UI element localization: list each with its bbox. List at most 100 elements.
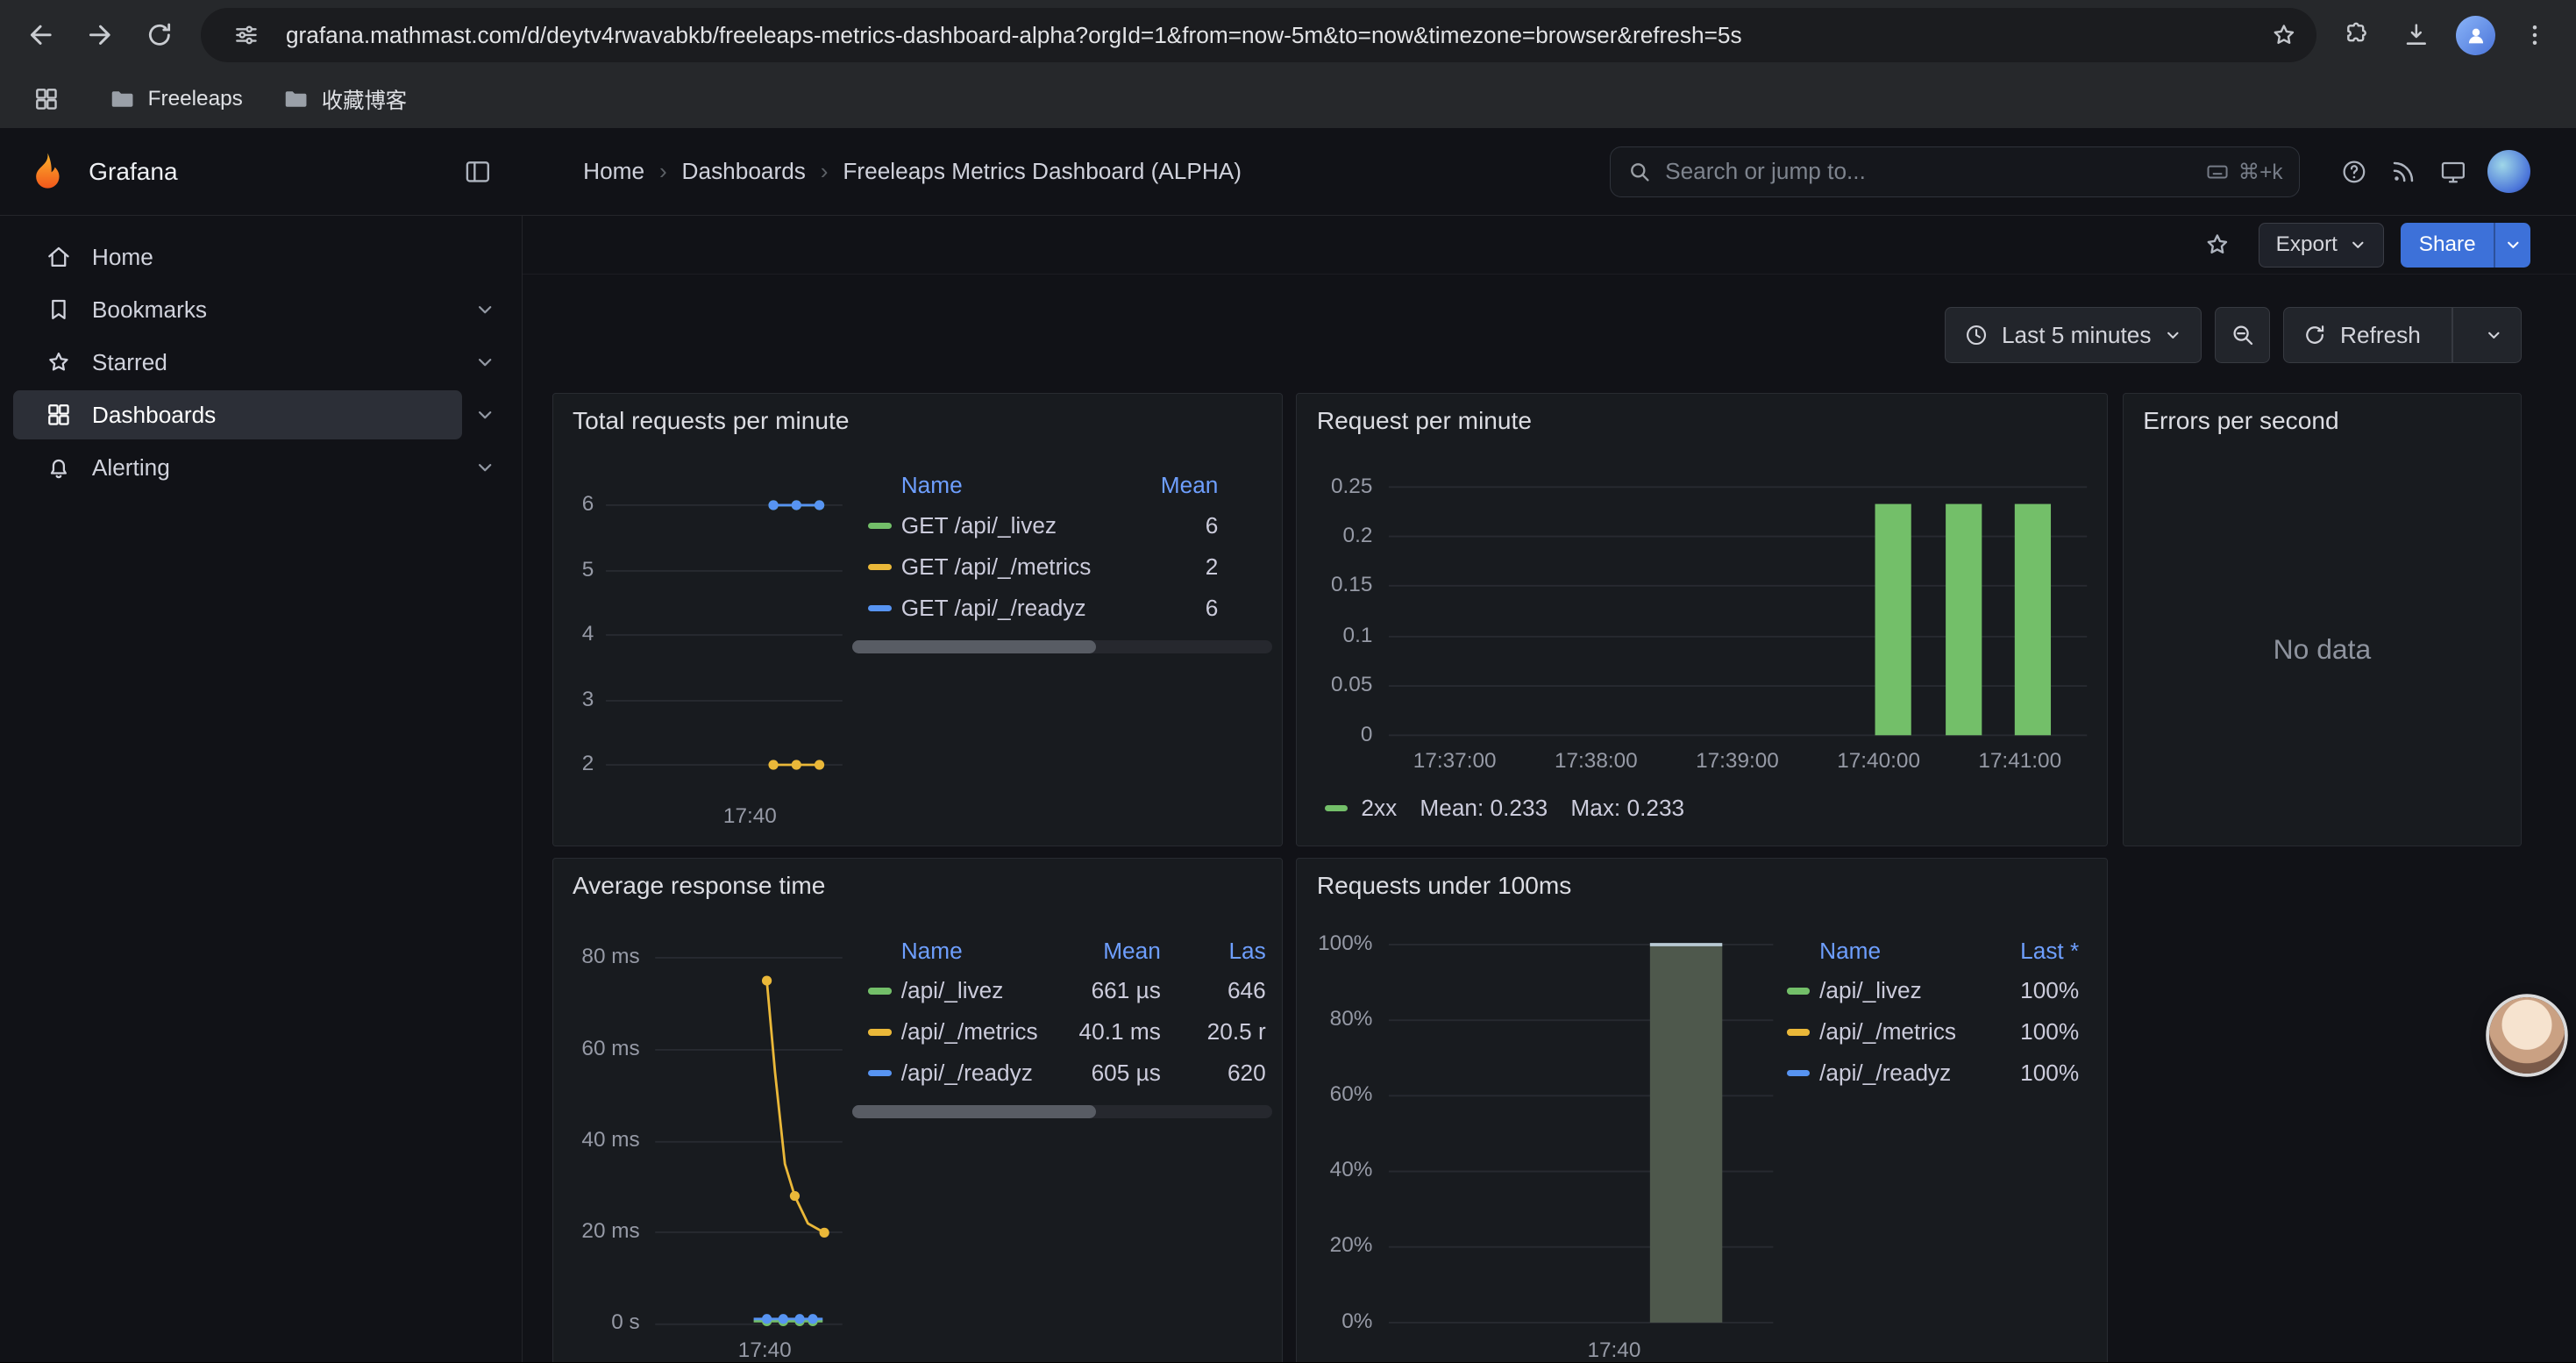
- axis-tick-label: 20%: [1330, 1233, 1373, 1258]
- site-settings-icon[interactable]: [224, 12, 269, 58]
- apps-grid-icon[interactable]: [23, 76, 68, 122]
- share-button[interactable]: Share: [2401, 223, 2530, 268]
- forward-icon[interactable]: [72, 7, 128, 63]
- axis-tick-label: 17:40: [691, 1338, 839, 1362]
- reload-icon[interactable]: [132, 7, 188, 63]
- series-name: /api/_/readyz: [1819, 1060, 1981, 1087]
- bookmark-freeleaps[interactable]: Freeleaps: [109, 86, 243, 112]
- panel-title[interactable]: Request per minute: [1317, 407, 1532, 435]
- refresh-button[interactable]: Refresh: [2283, 307, 2522, 363]
- sidebar-item-bookmarks[interactable]: Bookmarks: [13, 285, 462, 334]
- zoom-out-icon[interactable]: [2215, 307, 2271, 363]
- panel-title[interactable]: Total requests per minute: [573, 407, 849, 435]
- chevron-down-icon: [2164, 326, 2182, 345]
- export-button[interactable]: Export: [2259, 223, 2385, 268]
- legend-row[interactable]: GET /api/_/metrics2: [852, 546, 1219, 588]
- menu-icon[interactable]: [2507, 7, 2563, 63]
- monitor-icon[interactable]: [2428, 147, 2477, 196]
- share-dropdown-icon[interactable]: [2495, 223, 2530, 268]
- legend-row[interactable]: /api/_/readyz605 µs620: [852, 1053, 1266, 1094]
- axis-tick-label: 17:41:00: [1946, 749, 2094, 774]
- url-text[interactable]: grafana.mathmast.com/d/deytv4rwavabkb/fr…: [286, 22, 2245, 49]
- scrollbar-thumb[interactable]: [852, 640, 1096, 653]
- legend[interactable]: 2xx Mean: 0.233 Max: 0.233: [1325, 795, 1684, 822]
- series-name[interactable]: 2xx: [1361, 795, 1397, 822]
- grid-icon: [45, 401, 73, 429]
- downloads-icon[interactable]: [2388, 7, 2444, 63]
- chat-avatar[interactable]: [2489, 997, 2565, 1073]
- scrollbar-thumb[interactable]: [852, 1105, 1096, 1118]
- series-swatch: [1325, 805, 1348, 811]
- search-icon: [1627, 160, 1652, 184]
- refresh-interval-dropdown-icon[interactable]: [2466, 308, 2521, 362]
- legend-scrollbar[interactable]: [852, 1105, 1273, 1118]
- series-swatch: [1787, 988, 1810, 994]
- legend-row[interactable]: /api/_/readyz100%: [1770, 1053, 2079, 1094]
- series-swatch: [868, 1070, 891, 1076]
- chevron-down-icon[interactable]: [462, 299, 508, 320]
- panel-title[interactable]: Average response time: [573, 872, 825, 900]
- refresh-action[interactable]: Refresh: [2284, 308, 2438, 362]
- sidebar-item-alerting[interactable]: Alerting: [13, 443, 462, 492]
- sidebar-item-dashboards[interactable]: Dashboards: [13, 390, 462, 439]
- series-mean: Mean: 0.233: [1420, 795, 1548, 822]
- legend-row[interactable]: /api/_/metrics100%: [1770, 1011, 2079, 1053]
- back-icon[interactable]: [13, 7, 69, 63]
- rss-icon[interactable]: [2379, 147, 2428, 196]
- time-range-picker[interactable]: Last 5 minutes: [1945, 307, 2201, 363]
- legend-column-header[interactable]: Mean: [1062, 938, 1160, 965]
- url-bar[interactable]: grafana.mathmast.com/d/deytv4rwavabkb/fr…: [201, 8, 2316, 62]
- axis-tick-label: 20 ms: [581, 1219, 639, 1244]
- legend-column-header[interactable]: Last *: [1981, 938, 2079, 965]
- user-avatar[interactable]: [2487, 150, 2530, 193]
- panel-title[interactable]: Requests under 100ms: [1317, 872, 1571, 900]
- legend-row[interactable]: /api/_/metrics40.1 ms20.5 r: [852, 1011, 1266, 1053]
- legend-row[interactable]: /api/_livez100%: [1770, 971, 2079, 1012]
- favorite-star-icon[interactable]: [2193, 220, 2242, 269]
- grafana-logo[interactable]: [26, 150, 69, 193]
- legend-table: NameMean GET /api/_livez6GET /api/_/metri…: [852, 466, 1273, 653]
- axis-tick-label: 4: [582, 622, 594, 646]
- extensions-icon[interactable]: [2330, 7, 2386, 63]
- chevron-down-icon[interactable]: [462, 352, 508, 373]
- sidebar-collapse-icon[interactable]: [453, 147, 502, 196]
- series-name: /api/_livez: [901, 977, 1063, 1004]
- series-max: Max: 0.233: [1570, 795, 1684, 822]
- sidebar-item-starred[interactable]: Starred: [13, 338, 462, 387]
- sidebar-item-home[interactable]: Home: [13, 232, 462, 282]
- bookmark-blog[interactable]: 收藏博客: [282, 84, 407, 115]
- legend-column-header[interactable]: Las: [1161, 938, 1266, 965]
- dashboard-actionbar: Export Share: [523, 216, 2576, 275]
- bookmark-icon: [45, 296, 73, 324]
- axis-tick-label: 0.25: [1331, 475, 1372, 499]
- home-icon: [45, 243, 73, 271]
- legend-column-header[interactable]: Name: [901, 472, 1120, 499]
- axis-tick-label: 80 ms: [581, 945, 639, 969]
- series-value: 661 µs: [1062, 977, 1160, 1004]
- sidebar-item-label: Bookmarks: [92, 296, 207, 324]
- chevron-down-icon[interactable]: [462, 404, 508, 425]
- topbar: Home › Dashboards › Freeleaps Metrics Da…: [523, 128, 2576, 215]
- legend-row[interactable]: GET /api/_/readyz6: [852, 588, 1219, 629]
- axis-tick-label: 5: [582, 558, 594, 582]
- legend-rows: NameMean GET /api/_livez6GET /api/_/metri…: [852, 466, 1273, 628]
- chevron-down-icon[interactable]: [462, 457, 508, 478]
- profile-icon[interactable]: [2448, 7, 2504, 63]
- browser-window: grafana.mathmast.com/d/deytv4rwavabkb/fr…: [0, 0, 2576, 1362]
- clock-icon: [1964, 323, 1989, 347]
- legend-column-header[interactable]: Name: [901, 938, 1063, 965]
- series-name: /api/_/metrics: [1819, 1018, 1981, 1045]
- panel-title[interactable]: Errors per second: [2143, 407, 2338, 435]
- breadcrumb-separator: ›: [659, 158, 667, 185]
- help-icon[interactable]: [2330, 147, 2379, 196]
- legend-column-header[interactable]: Name: [1819, 938, 1981, 965]
- breadcrumb-dashboards[interactable]: Dashboards: [682, 158, 806, 185]
- legend-column-header[interactable]: Mean: [1120, 472, 1218, 499]
- search-input[interactable]: Search or jump to... ⌘+k: [1610, 146, 2300, 197]
- bookmark-star-icon[interactable]: [2260, 12, 2306, 58]
- brand-label: Grafana: [89, 158, 434, 186]
- legend-row[interactable]: /api/_livez661 µs646: [852, 971, 1266, 1012]
- legend-scrollbar[interactable]: [852, 640, 1273, 653]
- legend-row[interactable]: GET /api/_livez6: [852, 505, 1219, 546]
- breadcrumb-home[interactable]: Home: [583, 158, 644, 185]
